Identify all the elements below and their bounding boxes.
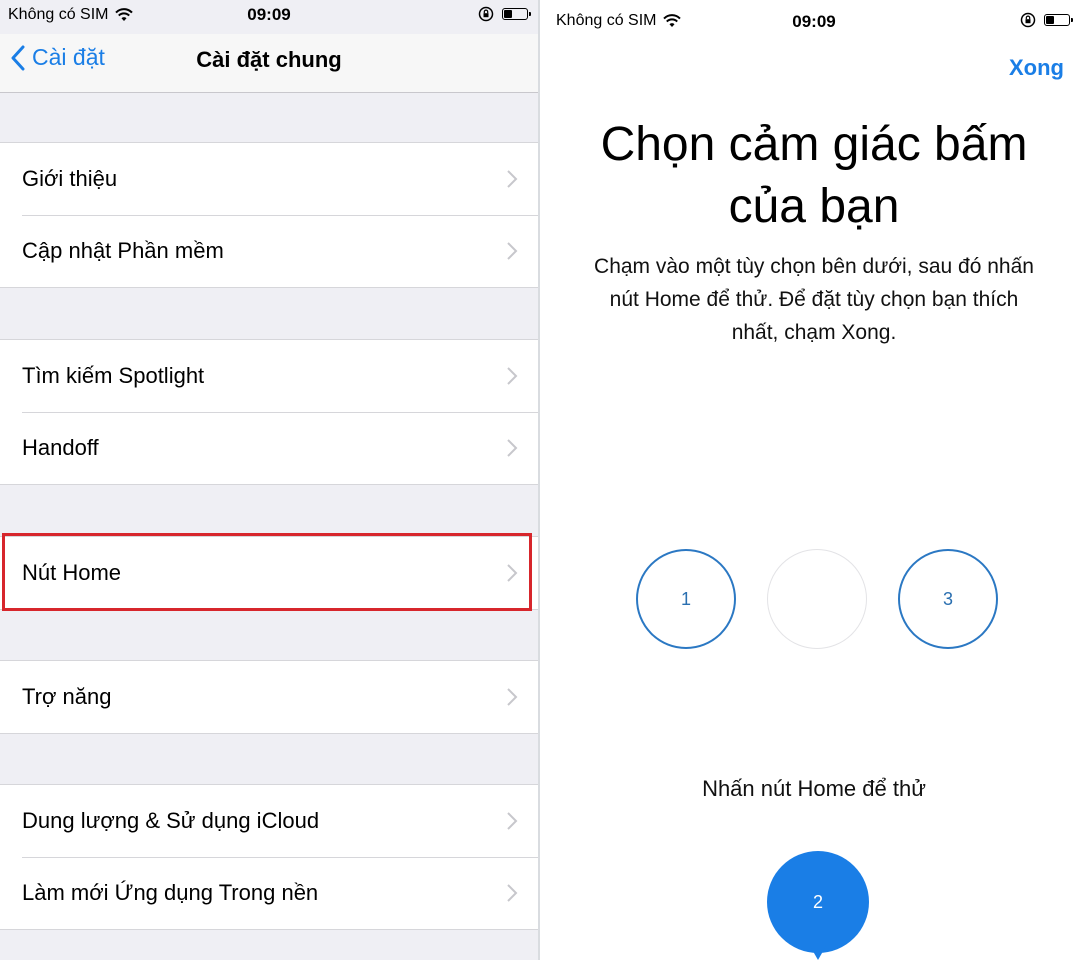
chevron-right-icon <box>507 884 518 902</box>
orientation-lock-icon <box>478 6 494 22</box>
page-heading: Chọn cảm giác bấm của bạn <box>560 114 1068 238</box>
chevron-right-icon <box>507 688 518 706</box>
settings-row-software-update[interactable]: Cập nhật Phần mềm <box>0 215 538 287</box>
try-hint-text: Nhấn nút Home để thử <box>702 776 926 801</box>
row-label: Trợ năng <box>22 684 112 709</box>
row-label: Cập nhật Phần mềm <box>22 238 224 263</box>
settings-row-spotlight-search[interactable]: Tìm kiếm Spotlight <box>0 340 538 412</box>
battery-icon <box>1044 14 1073 26</box>
settings-row-handoff[interactable]: Handoff <box>0 412 538 484</box>
page-title: Cài đặt chung <box>196 47 342 72</box>
status-bar: Không có SIM 09:09 <box>0 0 538 34</box>
settings-row-about[interactable]: Giới thiệu <box>0 143 538 215</box>
settings-row-accessibility[interactable]: Trợ năng <box>0 661 538 733</box>
status-time: 09:09 <box>792 12 836 31</box>
row-label: Làm mới Ứng dụng Trong nền <box>22 880 319 905</box>
settings-group: Tìm kiếm Spotlight Handoff <box>0 339 538 485</box>
settings-group: Dung lượng & Sử dụng iCloud Làm mới Ứng … <box>0 784 538 930</box>
status-indicators <box>1020 12 1073 28</box>
instructions-text: Chạm vào một tùy chọn bên dưới, sau đó n… <box>594 255 1034 344</box>
row-label: Dung lượng & Sử dụng iCloud <box>22 808 320 833</box>
battery-icon <box>502 8 531 20</box>
option-label: 3 <box>942 588 953 609</box>
settings-group: Giới thiệu Cập nhật Phần mềm <box>0 142 538 288</box>
done-button[interactable]: Xong <box>1009 55 1064 81</box>
selected-option-label: 2 <box>812 891 823 912</box>
settings-row-background-refresh[interactable]: Làm mới Ứng dụng Trong nền <box>0 857 538 929</box>
row-label: Giới thiệu <box>22 166 118 191</box>
highlight-box <box>2 533 532 611</box>
selected-option-indicator: 2 <box>767 851 869 953</box>
settings-row-storage-icloud[interactable]: Dung lượng & Sử dụng iCloud <box>0 785 538 857</box>
status-indicators <box>478 6 531 22</box>
click-option-2[interactable] <box>767 549 867 649</box>
chevron-right-icon <box>507 439 518 457</box>
heading-line-2: của bạn <box>728 180 900 233</box>
status-time: 09:09 <box>247 5 291 24</box>
chevron-right-icon <box>507 170 518 188</box>
home-button-click-screen: Không có SIM 09:09 Xong Chọn cảm giác bấ… <box>540 0 1088 960</box>
chevron-right-icon <box>507 242 518 260</box>
click-option-3[interactable]: 3 <box>898 549 998 649</box>
chevron-right-icon <box>507 812 518 830</box>
row-label: Tìm kiếm Spotlight <box>22 363 205 388</box>
indicator-pointer <box>810 946 826 960</box>
chevron-right-icon <box>507 367 518 385</box>
status-bar: Không có SIM 09:09 <box>540 0 1088 34</box>
orientation-lock-icon <box>1020 12 1036 28</box>
option-label: 1 <box>680 588 691 609</box>
settings-group: Trợ năng <box>0 660 538 734</box>
click-option-1[interactable]: 1 <box>636 549 736 649</box>
settings-general-screen: Không có SIM 09:09 Cài đặt Cài đặt chung <box>0 0 538 960</box>
row-label: Handoff <box>22 435 99 460</box>
navigation-bar: Cài đặt Cài đặt chung <box>0 34 538 93</box>
heading-line-1: Chọn cảm giác bấm <box>600 118 1028 171</box>
